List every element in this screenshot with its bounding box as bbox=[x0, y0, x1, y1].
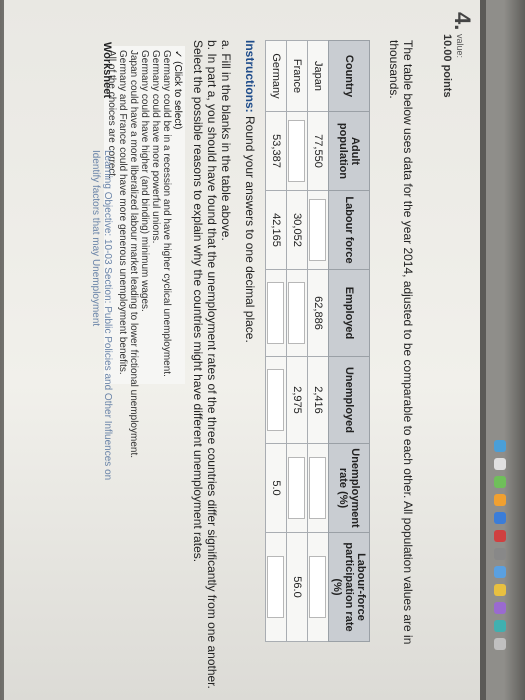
part-b-text: b. In part a, you should have found that… bbox=[191, 40, 219, 689]
adult-population-input[interactable] bbox=[288, 120, 306, 182]
instructions: Instructions: Round your answers to one … bbox=[243, 40, 257, 343]
dock-app-icon[interactable] bbox=[494, 458, 506, 470]
participation-rate-cell: 56.0 bbox=[286, 532, 308, 642]
table-header-row: Country Adult population Labour force Em… bbox=[328, 40, 370, 642]
country-cell: Japan bbox=[307, 40, 329, 112]
participation-rate-input-cell[interactable] bbox=[307, 532, 329, 642]
learning-objective-text2: Identify factors that may bbox=[90, 150, 101, 257]
dropdown-option[interactable]: Japan could have a more liberalized labo… bbox=[128, 50, 139, 458]
learning-objective: Learning Objective: 10-03 Section: Publi… bbox=[89, 150, 113, 480]
unemployed-input-cell[interactable] bbox=[265, 356, 287, 444]
unemployment-rate-cell: 5.0 bbox=[265, 443, 287, 533]
dock-app-icon[interactable] bbox=[494, 638, 506, 650]
labour-force-input[interactable] bbox=[309, 199, 327, 261]
unemployed-cell: 2,416 bbox=[307, 356, 329, 444]
employed-cell: 62,886 bbox=[307, 269, 329, 357]
dock-app-icon[interactable] bbox=[494, 620, 506, 632]
dropdown-option[interactable]: Germany could have higher (and binding) … bbox=[139, 50, 150, 380]
dock-app-icon[interactable] bbox=[494, 566, 506, 578]
learning-objective-text3: Unemployment bbox=[90, 258, 101, 327]
unemployed-cell: 2,975 bbox=[286, 356, 308, 444]
employed-input-cell[interactable] bbox=[265, 269, 287, 357]
instructions-text: Round your answers to one decimal place. bbox=[243, 116, 257, 343]
dropdown-option[interactable]: Germany could be in a recession and have… bbox=[161, 50, 172, 380]
participation-rate-input[interactable] bbox=[267, 556, 285, 618]
participation-rate-input-cell[interactable] bbox=[265, 532, 287, 642]
participation-rate-input[interactable] bbox=[309, 556, 327, 618]
instructions-label: Instructions: bbox=[243, 40, 257, 113]
col-participation-rate: Labour-force participation rate (%) bbox=[328, 532, 370, 642]
learning-objective-line2: Identify factors that may Unemployment bbox=[89, 150, 101, 480]
dropdown-selected[interactable]: ✓ (Click to select) bbox=[172, 50, 183, 380]
dock-app-icon[interactable] bbox=[494, 602, 506, 614]
col-employed: Employed bbox=[328, 269, 370, 357]
assignment-page: 4. value: 10.00 points The table below u… bbox=[4, 0, 485, 700]
dock-app-icon[interactable] bbox=[494, 584, 506, 596]
data-table: Country Adult population Labour force Em… bbox=[265, 40, 370, 642]
dock-app-icon[interactable] bbox=[494, 494, 506, 506]
employed-input-cell[interactable] bbox=[286, 269, 308, 357]
question-number: 4. bbox=[450, 12, 475, 31]
adult-population-cell: 77,550 bbox=[307, 111, 329, 191]
labour-force-cell: 42,165 bbox=[265, 190, 287, 270]
country-cell: France bbox=[286, 40, 308, 112]
labour-force-cell: 30,052 bbox=[286, 190, 308, 270]
table-row: Germany 53,387 42,165 5.0 bbox=[265, 40, 287, 642]
unemployment-rate-input[interactable] bbox=[309, 457, 327, 519]
col-adult-population: Adult population bbox=[328, 111, 370, 191]
screen: 4. value: 10.00 points The table below u… bbox=[4, 0, 485, 700]
unemployed-input[interactable] bbox=[267, 369, 285, 431]
dropdown-option[interactable]: Germany and France could have more gener… bbox=[117, 50, 128, 380]
employed-input[interactable] bbox=[267, 282, 285, 344]
unemployment-rate-input-cell[interactable] bbox=[286, 443, 308, 533]
col-country: Country bbox=[328, 40, 370, 112]
worksheet-link[interactable]: Worksheet bbox=[101, 42, 113, 98]
intro-text: The table below uses data for the year 2… bbox=[387, 40, 415, 645]
dock bbox=[482, 440, 522, 690]
col-unemployment-rate: Unemployment rate (%) bbox=[328, 443, 370, 533]
col-unemployed: Unemployed bbox=[328, 356, 370, 444]
unemployment-rate-input[interactable] bbox=[288, 457, 306, 519]
table-row: France 30,052 2,975 56.0 bbox=[286, 40, 308, 642]
adult-population-cell: 53,387 bbox=[265, 111, 287, 191]
dropdown-option[interactable]: Germany could have more powerful unions. bbox=[150, 50, 161, 380]
adult-population-input-cell[interactable] bbox=[286, 111, 308, 191]
dock-app-icon[interactable] bbox=[494, 548, 506, 560]
employed-input[interactable] bbox=[288, 282, 306, 344]
country-cell: Germany bbox=[265, 40, 287, 112]
points-value: 10.00 points bbox=[441, 34, 453, 98]
dock-app-icon[interactable] bbox=[494, 440, 506, 452]
value-label: value: bbox=[455, 34, 465, 59]
col-labour-force: Labour force bbox=[328, 190, 370, 270]
dropdown-selected-text: (Click to select) bbox=[172, 61, 183, 130]
table-row: Japan 77,550 62,886 2,416 bbox=[307, 40, 329, 642]
dock-app-icon[interactable] bbox=[494, 530, 506, 542]
question-parts: a. Fill in the blanks in the table above… bbox=[191, 40, 233, 690]
dock-app-icon[interactable] bbox=[494, 512, 506, 524]
reasons-dropdown[interactable]: ✓ (Click to select) Germany could be in … bbox=[104, 46, 185, 458]
part-a-text: a. Fill in the blanks in the table above… bbox=[219, 40, 233, 241]
dock-app-icon[interactable] bbox=[494, 476, 506, 488]
labour-force-input-cell[interactable] bbox=[307, 190, 329, 270]
unemployment-rate-input-cell[interactable] bbox=[307, 443, 329, 533]
learning-objective-line1: Learning Objective: 10-03 Section: Publi… bbox=[102, 150, 113, 481]
